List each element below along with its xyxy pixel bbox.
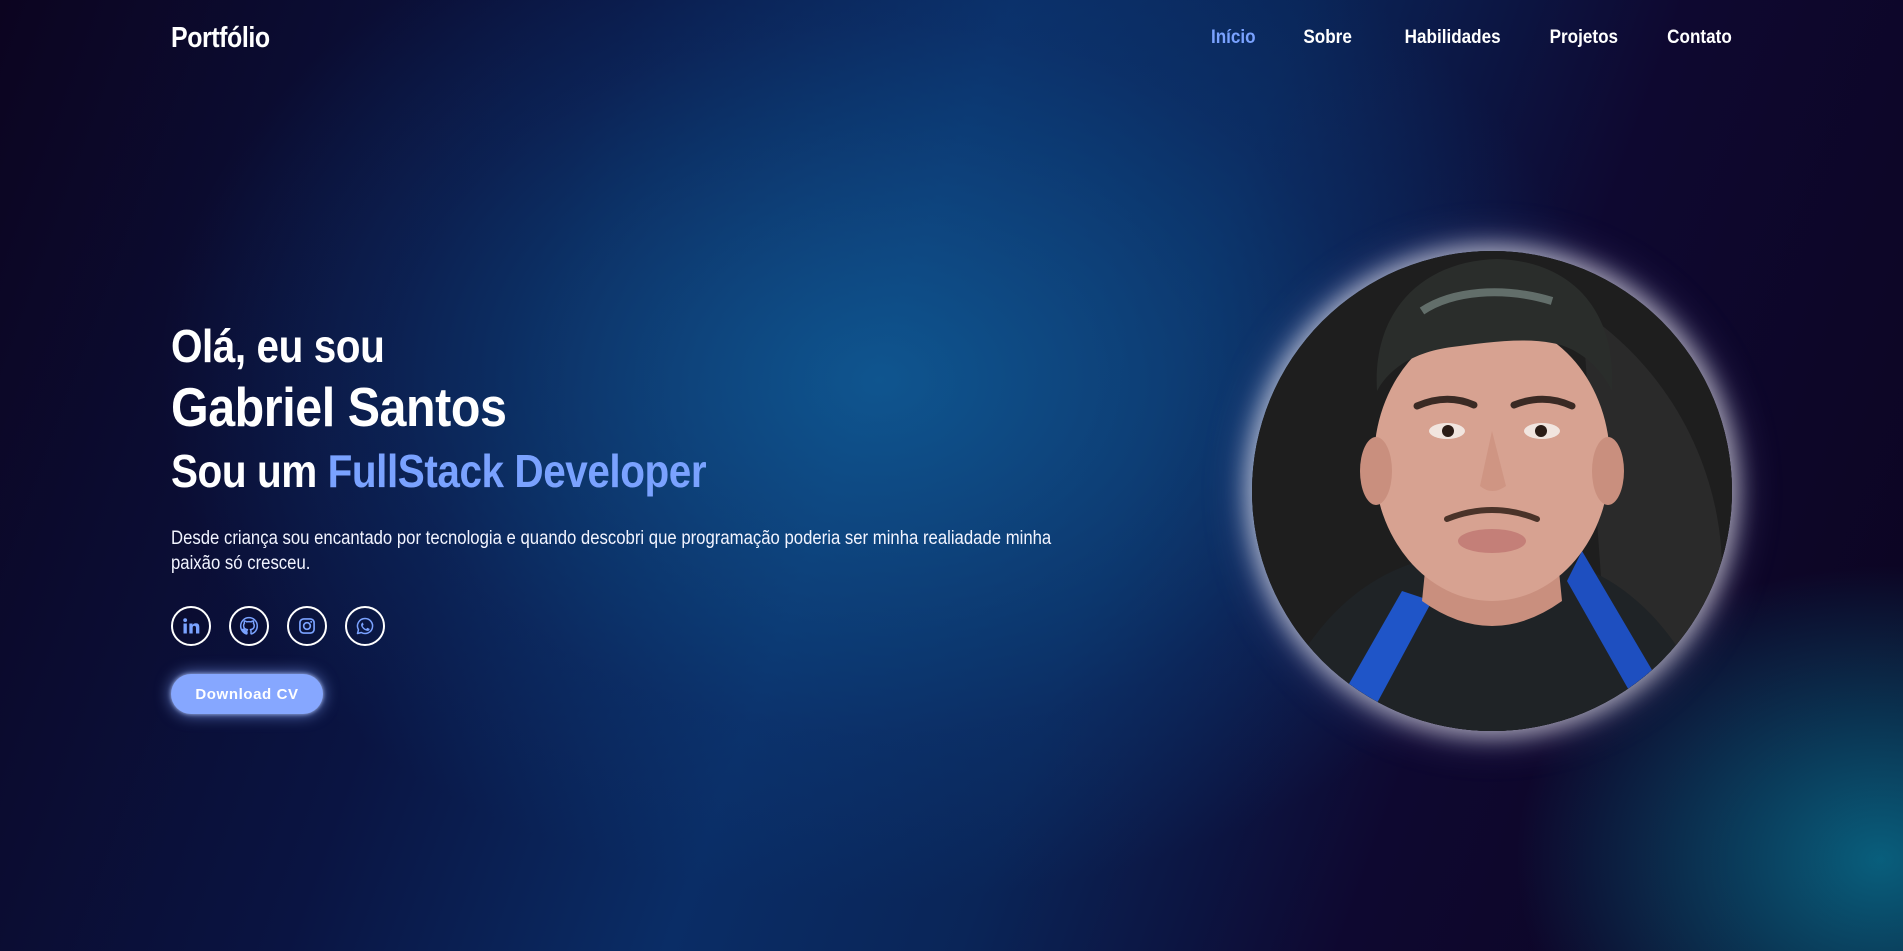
nav-link-habilidades[interactable]: Habilidades — [1404, 27, 1500, 49]
linkedin-icon — [183, 618, 200, 634]
linkedin-link[interactable] — [171, 606, 211, 646]
github-icon — [239, 616, 259, 635]
download-cv-button[interactable]: Download CV — [171, 674, 323, 714]
role-prefix: Sou um — [171, 445, 328, 497]
nav-link-projetos[interactable]: Projetos — [1550, 27, 1618, 49]
profile-photo-illustration — [1252, 251, 1732, 731]
whatsapp-icon — [356, 617, 374, 635]
role-highlight: FullStack Developer — [327, 445, 707, 497]
main-nav: Início Sobre Habilidades Projetos Contat… — [1164, 27, 1732, 49]
name-heading: Gabriel Santos — [171, 376, 507, 438]
hero-page: Portfólio Início Sobre Habilidades Proje… — [0, 0, 1903, 951]
whatsapp-link[interactable] — [345, 606, 385, 646]
instagram-link[interactable] — [287, 606, 327, 646]
site-header: Portfólio Início Sobre Habilidades Proje… — [171, 18, 1732, 58]
role-heading: Sou um FullStack Developer — [171, 440, 1016, 502]
greeting-heading: Olá, eu sou — [171, 320, 385, 372]
nav-link-contato[interactable]: Contato — [1667, 27, 1732, 49]
hero-section: Olá, eu sou Gabriel Santos Sou um FullSt… — [171, 318, 1131, 714]
github-link[interactable] — [229, 606, 269, 646]
social-links — [171, 606, 1131, 646]
brand-logo[interactable]: Portfólio — [171, 22, 270, 55]
hero-description: Desde criança sou encantado por tecnolog… — [171, 528, 1052, 574]
profile-photo — [1252, 251, 1732, 731]
instagram-icon — [299, 618, 315, 634]
nav-link-inicio[interactable]: Início — [1211, 27, 1256, 49]
nav-link-sobre[interactable]: Sobre — [1303, 27, 1351, 49]
